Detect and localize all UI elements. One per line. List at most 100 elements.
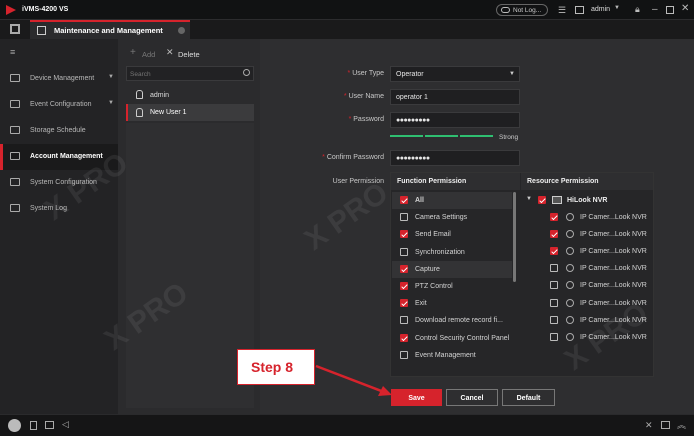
resource-checkbox[interactable] <box>550 315 558 324</box>
sidebar-item-device-management[interactable]: Device Management ▼ <box>0 66 118 92</box>
lock-icon[interactable]: 🔒︎ <box>635 4 640 15</box>
expand-arrow-icon[interactable]: ▼ <box>526 196 532 202</box>
password-strength-meter <box>390 135 494 138</box>
function-permission-item[interactable]: All <box>392 192 512 209</box>
search-field[interactable] <box>126 66 254 81</box>
user-name-input[interactable]: operator 1 <box>390 89 520 105</box>
delete-icon[interactable]: ✕ <box>166 47 174 58</box>
close-icon[interactable]: ✕ <box>681 3 689 14</box>
username[interactable]: admin <box>591 6 610 13</box>
resource-checkbox[interactable] <box>550 281 558 290</box>
permission-checkbox[interactable] <box>400 316 408 325</box>
permission-checkbox[interactable] <box>400 213 408 222</box>
chevron-down-icon[interactable]: ▼ <box>614 5 620 11</box>
permission-checkbox[interactable] <box>400 230 408 239</box>
resource-checkbox[interactable] <box>550 332 558 341</box>
maximize-icon[interactable] <box>666 6 674 14</box>
user-name: New User 1 <box>150 109 187 116</box>
user-list-item-admin[interactable]: admin <box>126 87 254 103</box>
function-permission-item[interactable]: Control Security Control Panel <box>392 330 512 347</box>
alarm-status-icon[interactable] <box>8 419 21 432</box>
delete-user-button[interactable]: Delete <box>178 50 200 59</box>
user-type-label: * User Type <box>347 70 384 77</box>
function-permission-item[interactable]: Capture <box>392 260 512 278</box>
search-input[interactable] <box>130 69 230 79</box>
resource-checkbox[interactable] <box>550 213 558 221</box>
sidebar-item-system-configuration[interactable]: System Configuration <box>0 170 118 196</box>
window-icon[interactable] <box>661 421 670 429</box>
function-permission-item[interactable]: Event Management <box>392 347 512 364</box>
status-bar: ◁ ✕ ︽ <box>0 414 694 436</box>
pin-icon[interactable]: ✕ <box>645 420 653 431</box>
tab-maintenance[interactable]: Maintenance and Management <box>30 20 190 39</box>
permission-checkbox[interactable] <box>400 350 408 359</box>
resource-camera-item[interactable]: IP Camer...Look NVR <box>520 226 655 243</box>
permission-checkbox[interactable] <box>400 299 408 308</box>
default-button[interactable]: Default <box>502 389 555 406</box>
function-permission-item[interactable]: Camera Settings <box>392 209 512 226</box>
resource-root-label: HiLook NVR <box>567 197 608 204</box>
user-list-item-new-user[interactable]: New User 1 <box>126 104 254 121</box>
save-button[interactable]: Save <box>391 389 442 406</box>
image-icon[interactable] <box>575 6 584 14</box>
resource-checkbox[interactable] <box>550 230 558 239</box>
minimize-icon[interactable]: – <box>652 4 658 15</box>
permission-label: Camera Settings <box>415 214 468 222</box>
menu-item-icon <box>10 204 20 212</box>
hamburger-icon[interactable]: ≡ <box>10 47 15 57</box>
media-icon[interactable] <box>45 421 54 429</box>
function-permission-item[interactable]: Synchronization <box>392 244 512 261</box>
chevron-down-icon[interactable]: ▼ <box>108 100 114 106</box>
function-list-scrollbar[interactable] <box>513 192 516 282</box>
user-status-pill[interactable]: Not Log... <box>496 4 548 16</box>
list-icon[interactable]: ☰ <box>558 5 566 16</box>
resource-camera-item[interactable]: IP Camer...Look NVR <box>520 329 655 346</box>
volume-icon[interactable]: ◁ <box>62 419 69 430</box>
function-permission-item[interactable]: Send Email <box>392 226 512 243</box>
permission-label: Control Security Control Panel <box>415 334 510 342</box>
sidebar-item-account-management[interactable]: Account Management <box>0 144 118 170</box>
resource-camera-item[interactable]: IP Camer...Look NVR <box>520 209 655 226</box>
sidebar-item-label: Event Configuration <box>30 101 92 108</box>
password-label: * Password <box>348 116 384 123</box>
cancel-button[interactable]: Cancel <box>446 389 498 406</box>
resource-camera-item[interactable]: IP Camer...Look NVR <box>520 243 655 260</box>
permission-label: Event Management <box>415 351 476 359</box>
permission-checkbox[interactable] <box>400 247 408 256</box>
maintenance-icon <box>37 26 46 35</box>
resource-checkbox[interactable] <box>550 247 558 256</box>
resource-camera-item[interactable]: IP Camer...Look NVR <box>520 295 655 312</box>
resource-camera-item[interactable]: IP Camer...Look NVR <box>520 312 655 329</box>
function-permission-item[interactable]: Exit <box>392 295 512 312</box>
function-permission-item[interactable]: PTZ Control <box>392 278 512 295</box>
resource-camera-item[interactable]: IP Camer...Look NVR <box>520 277 655 294</box>
add-user-button[interactable]: Add <box>142 50 155 59</box>
resource-root-row[interactable]: ▼ HiLook NVR <box>520 192 655 208</box>
resource-camera-item[interactable]: IP Camer...Look NVR <box>520 260 655 277</box>
confirm-password-label: * Confirm Password <box>322 154 384 161</box>
trash-icon[interactable] <box>30 421 37 430</box>
confirm-password-input[interactable]: ●●●●●●●●● <box>390 150 520 166</box>
permission-checkbox[interactable] <box>400 333 408 342</box>
login-status: Not Log... <box>513 7 542 14</box>
search-icon[interactable] <box>243 69 250 76</box>
sidebar-item-event-configuration[interactable]: Event Configuration ▼ <box>0 92 118 118</box>
password-input[interactable]: ●●●●●●●●● <box>390 112 520 128</box>
grid-menu-icon[interactable] <box>10 24 20 34</box>
user-type-select[interactable]: Operator ▼ <box>390 66 520 82</box>
sidebar-item-storage-schedule[interactable]: Storage Schedule <box>0 118 118 144</box>
function-permission-item[interactable]: Download remote record fi... <box>392 312 512 329</box>
tab-close-icon[interactable] <box>178 27 185 34</box>
resource-checkbox[interactable] <box>550 264 558 273</box>
add-icon[interactable]: + <box>130 47 136 58</box>
permission-checkbox[interactable] <box>400 282 408 290</box>
resource-checkbox[interactable] <box>550 298 558 307</box>
function-permission-item[interactable]: Live View <box>392 364 512 368</box>
permission-checkbox[interactable] <box>400 196 408 204</box>
permission-checkbox[interactable] <box>400 264 408 273</box>
resource-root-checkbox[interactable] <box>538 196 546 204</box>
sidebar-item-system-log[interactable]: System Log <box>0 196 118 222</box>
collapse-icon[interactable]: ︽ <box>677 418 686 431</box>
chevron-down-icon[interactable]: ▼ <box>108 74 114 80</box>
user-type-value: Operator <box>396 71 424 78</box>
